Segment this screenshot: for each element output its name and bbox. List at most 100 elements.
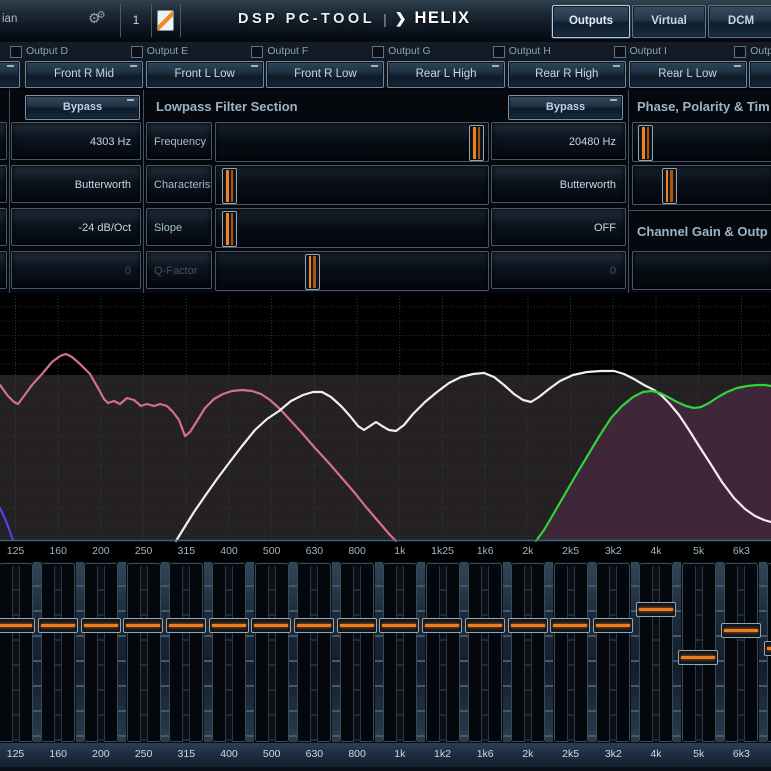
filter-slider-handle[interactable]: [305, 254, 320, 290]
eq-fader-handle[interactable]: [465, 618, 505, 633]
response-curves-svg[interactable]: [0, 293, 771, 543]
eq-fader-rail: [225, 566, 233, 742]
output-checkbox[interactable]: [734, 46, 746, 58]
eq-fader-handle[interactable]: [166, 618, 206, 633]
eq-fader-track[interactable]: [426, 563, 460, 742]
bypass-button-right[interactable]: Bypass: [508, 95, 623, 120]
filter-slider-handle[interactable]: [222, 211, 237, 247]
eq-fader-track[interactable]: [468, 563, 502, 742]
eq-fader-handle[interactable]: [678, 650, 718, 665]
minimize-icon[interactable]: [7, 65, 14, 67]
eq-fader-track[interactable]: [127, 563, 161, 742]
channel-button[interactable]: Front L Low: [146, 61, 264, 88]
eq-fader-track[interactable]: [596, 563, 630, 742]
eq-fader-track[interactable]: [84, 563, 118, 742]
phase-slider-track[interactable]: [632, 165, 771, 205]
eq-fader-track[interactable]: [724, 563, 758, 742]
eq-band-label: 250: [135, 748, 153, 760]
minimize-icon[interactable]: [130, 65, 137, 67]
channel-button[interactable]: Rear L High: [387, 61, 505, 88]
filter-left-value[interactable]: -24 dB/Oct: [11, 208, 141, 246]
filter-slider-track[interactable]: [215, 165, 489, 205]
eq-fader-handle[interactable]: [593, 618, 633, 633]
minimize-icon[interactable]: [613, 65, 620, 67]
filter-right-value[interactable]: Butterworth: [491, 165, 626, 203]
minimize-icon[interactable]: [734, 65, 741, 67]
frequency-response-graph[interactable]: 1251602002503154005006308001k1k251k62k2k…: [0, 293, 771, 562]
channel-button[interactable]: [749, 61, 771, 88]
filter-slider-track[interactable]: [215, 251, 489, 291]
filter-slider-handle[interactable]: [469, 125, 484, 161]
minimize-icon[interactable]: [251, 65, 258, 67]
filter-left-value[interactable]: Butterworth: [11, 165, 141, 203]
partial-value-box: [0, 122, 7, 160]
channel-button[interactable]: Rear R High: [508, 61, 626, 88]
eq-fader-handle[interactable]: [294, 618, 334, 633]
topbar-button-virtual[interactable]: Virtual: [632, 5, 706, 38]
filter-left-value[interactable]: 4303 Hz: [11, 122, 141, 160]
topbar-button-outputs[interactable]: Outputs: [552, 5, 630, 38]
eq-fader-track[interactable]: [554, 563, 588, 742]
eq-fader-handle[interactable]: [550, 618, 590, 633]
eq-fader-handle[interactable]: [38, 618, 78, 633]
fader-gap: [460, 562, 468, 742]
output-label: Outp: [750, 45, 771, 57]
channel-button[interactable]: Front R Mid: [25, 61, 143, 88]
minimize-icon[interactable]: [127, 99, 134, 101]
channel-button[interactable]: Rear L Low: [629, 61, 747, 88]
eq-fader-handle[interactable]: [209, 618, 249, 633]
eq-fader-handle[interactable]: [764, 641, 771, 656]
eq-fader-rail: [140, 566, 148, 742]
eq-fader-handle[interactable]: [379, 618, 419, 633]
output-checkbox[interactable]: [10, 46, 22, 58]
settings-gears-icon[interactable]: ⚙⚙: [88, 10, 102, 27]
output-checkbox[interactable]: [251, 46, 263, 58]
minimize-icon[interactable]: [371, 65, 378, 67]
partial-channel-button[interactable]: [0, 61, 20, 88]
eq-fader-track[interactable]: [383, 563, 417, 742]
eq-fader-track[interactable]: [511, 563, 545, 742]
channel-button[interactable]: Front R Low: [266, 61, 384, 88]
eq-fader-handle[interactable]: [337, 618, 377, 633]
eq-fader-track[interactable]: [297, 563, 331, 742]
preset-number-field[interactable]: 1: [120, 4, 152, 37]
gain-panel-box[interactable]: [632, 251, 771, 290]
eq-fader-track[interactable]: [41, 563, 75, 742]
eq-fader-track[interactable]: [0, 563, 33, 742]
eq-fader-handle[interactable]: [0, 618, 35, 633]
minimize-icon[interactable]: [492, 65, 499, 67]
filter-right-value[interactable]: 20480 Hz: [491, 122, 626, 160]
filter-slider-handle[interactable]: [222, 168, 237, 204]
filter-slider-track[interactable]: [215, 208, 489, 248]
phase-slider-track[interactable]: [632, 122, 771, 162]
output-checkbox[interactable]: [131, 46, 143, 58]
eq-fader-track[interactable]: [340, 563, 374, 742]
phase-slider-handle[interactable]: [638, 125, 653, 161]
eq-fader-handle[interactable]: [636, 602, 676, 617]
phase-slider-handle[interactable]: [662, 168, 677, 204]
output-label: Output F: [267, 45, 308, 57]
filter-left-value[interactable]: 0: [11, 251, 141, 289]
minimize-icon[interactable]: [610, 99, 617, 101]
eq-fader-track[interactable]: [255, 563, 289, 742]
topbar-button-dcm[interactable]: DCM: [708, 5, 771, 38]
eq-fader-handle[interactable]: [81, 618, 121, 633]
eq-fader-track[interactable]: [169, 563, 203, 742]
output-checkbox[interactable]: [372, 46, 384, 58]
filter-slider-track[interactable]: [215, 122, 489, 162]
eq-fader-rail: [439, 566, 447, 742]
eq-fader-track[interactable]: [212, 563, 246, 742]
output-label: Output E: [147, 45, 188, 57]
filter-right-value[interactable]: 0: [491, 251, 626, 289]
eq-fader-handle[interactable]: [508, 618, 548, 633]
bypass-button-left[interactable]: Bypass: [25, 95, 140, 120]
filter-right-value[interactable]: OFF: [491, 208, 626, 246]
eq-fader-track[interactable]: [639, 563, 673, 742]
eq-fader-handle[interactable]: [422, 618, 462, 633]
eq-fader-handle[interactable]: [721, 623, 761, 638]
eq-fader-handle[interactable]: [251, 618, 291, 633]
eq-fader-handle[interactable]: [123, 618, 163, 633]
edit-note-button[interactable]: [151, 4, 181, 37]
output-checkbox[interactable]: [614, 46, 626, 58]
output-checkbox[interactable]: [493, 46, 505, 58]
